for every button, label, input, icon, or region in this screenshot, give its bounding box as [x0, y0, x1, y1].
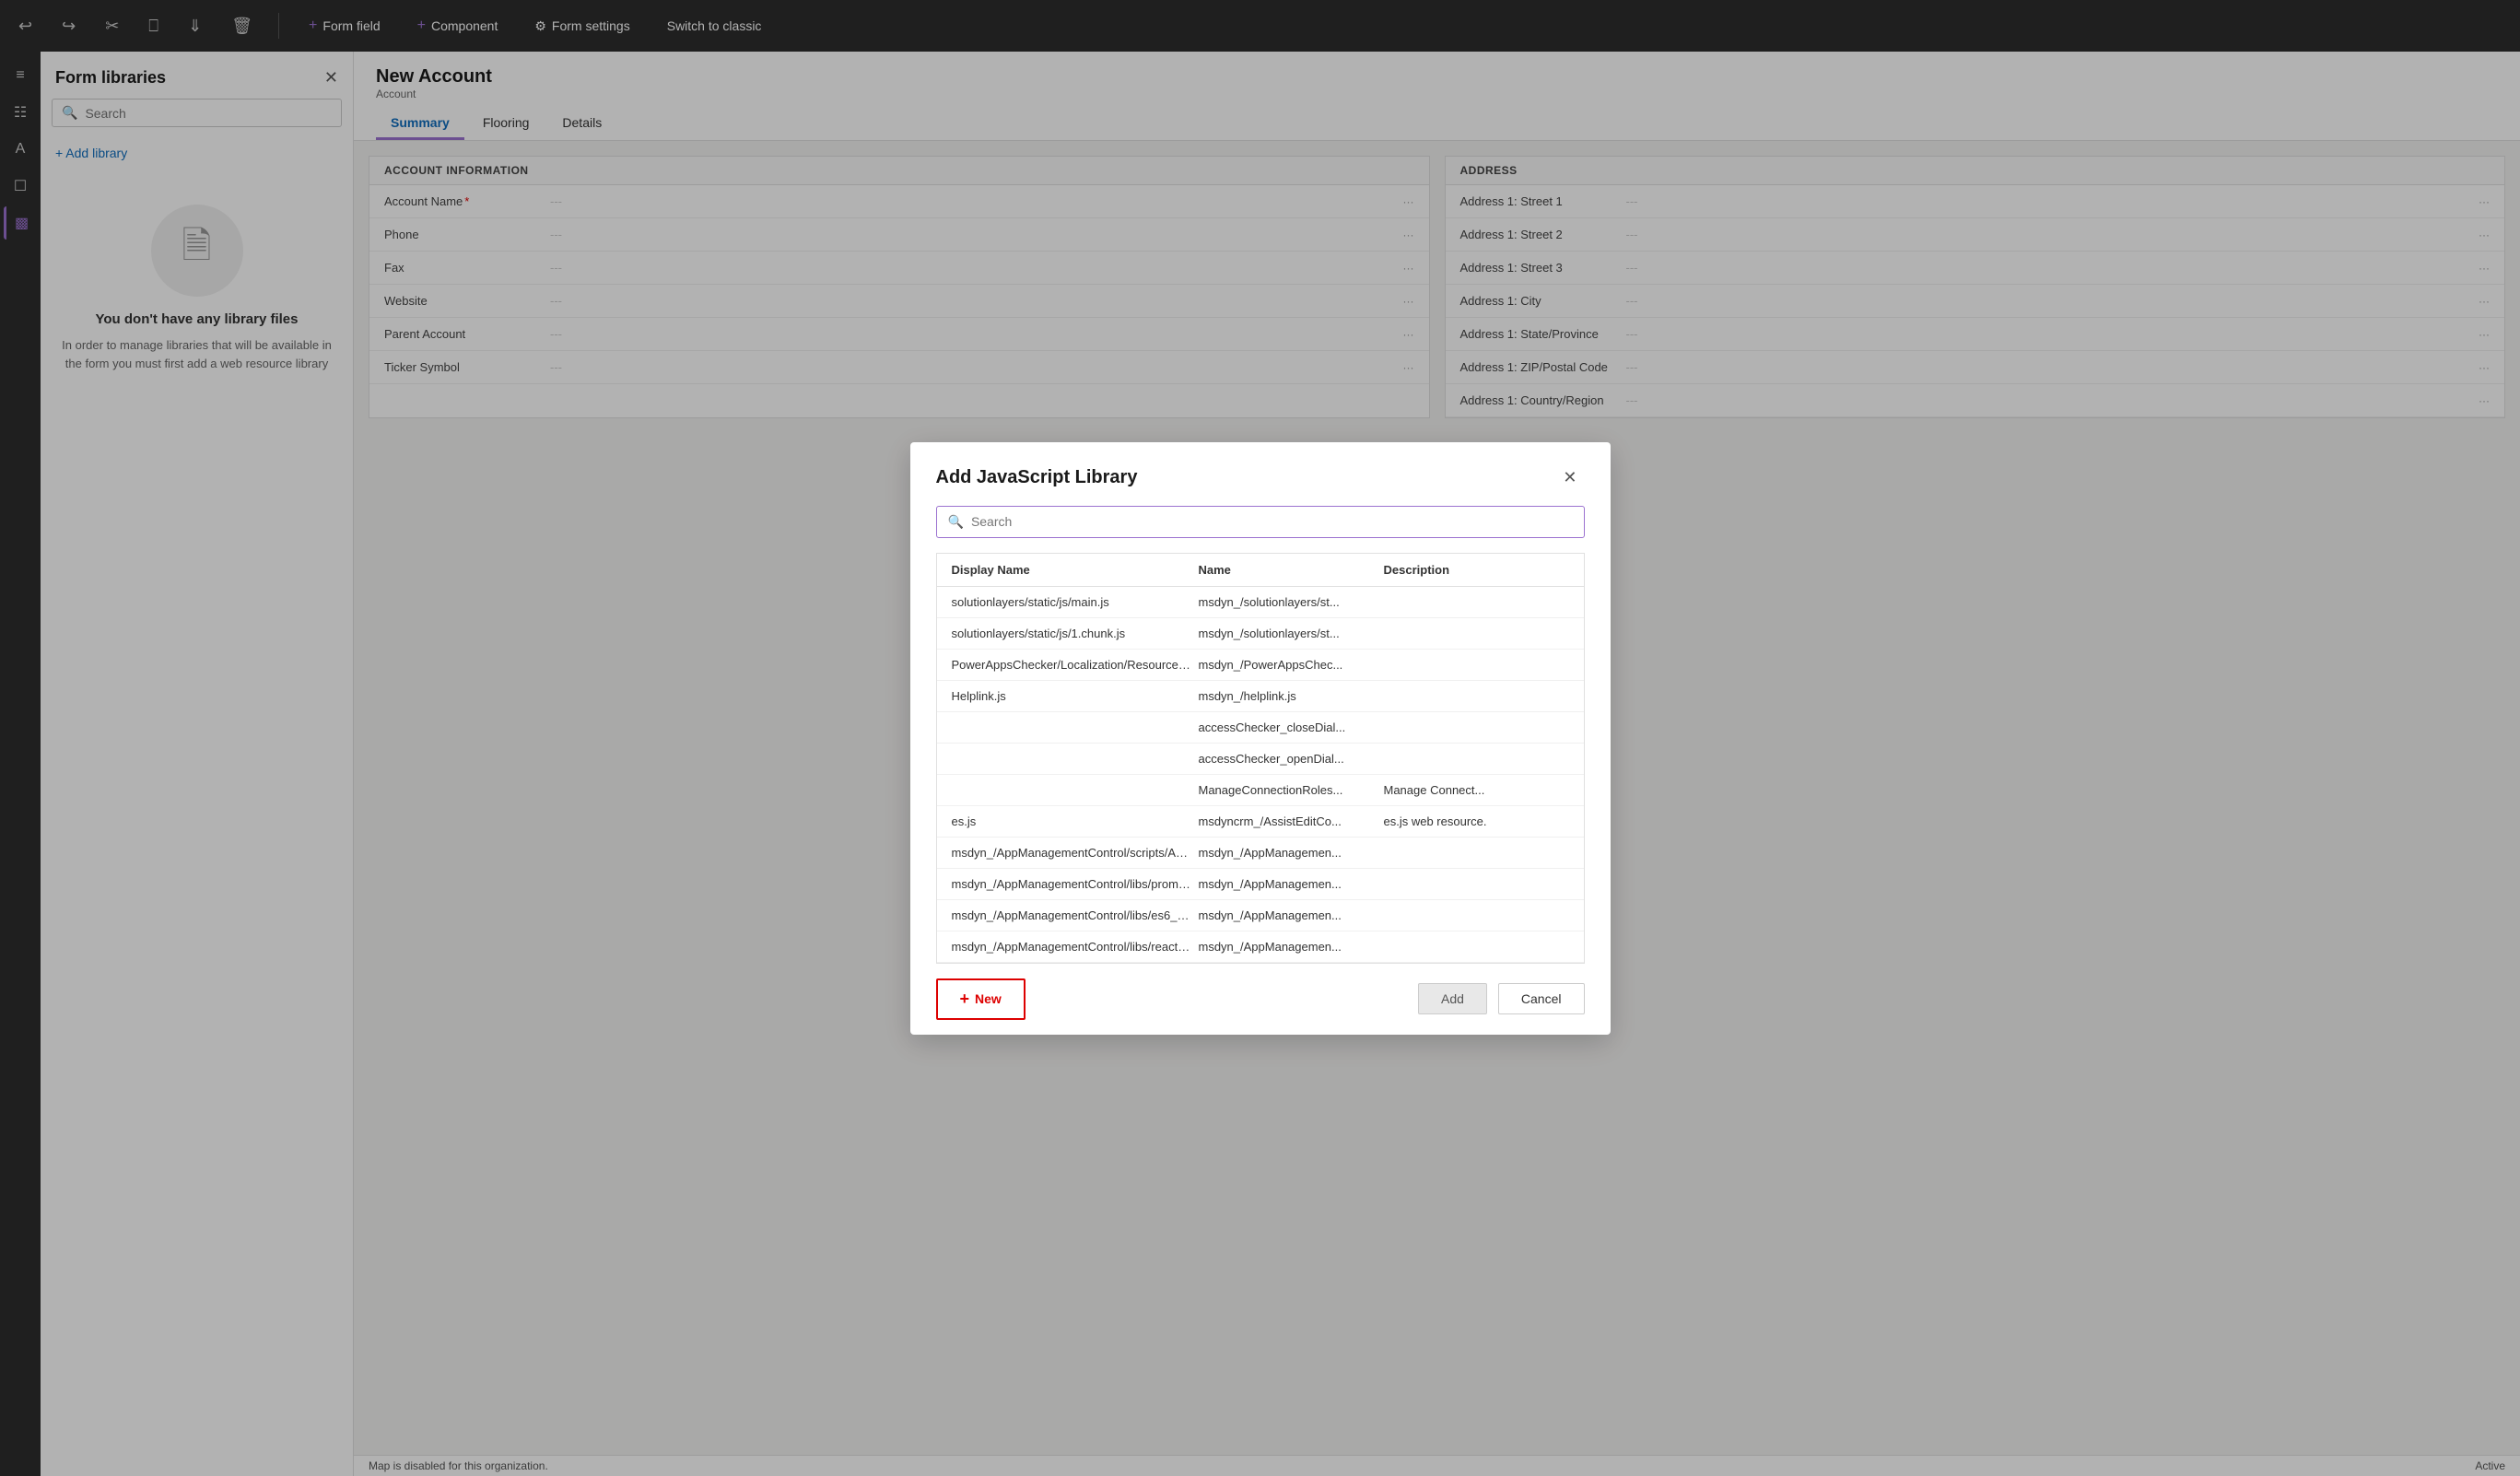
table-row[interactable]: accessChecker_openDial... — [937, 744, 1584, 775]
table-row[interactable]: es.js msdyncrm_/AssistEditCo... es.js we… — [937, 806, 1584, 838]
row-display: msdyn_/AppManagementControl/libs/react_1… — [952, 940, 1199, 954]
row-display: solutionlayers/static/js/main.js — [952, 595, 1199, 609]
row-desc — [1384, 627, 1569, 640]
table-row[interactable]: accessChecker_closeDial... — [937, 712, 1584, 744]
row-display: msdyn_/AppManagementControl/scripts/AppM… — [952, 846, 1199, 860]
new-plus-icon: + — [960, 990, 970, 1009]
modal-footer-actions: Add Cancel — [1418, 983, 1585, 1014]
add-js-library-modal: Add JavaScript Library ✕ 🔍 Display Name … — [910, 442, 1611, 1035]
col-display-name: Display Name — [952, 563, 1199, 577]
modal-table: Display Name Name Description solutionla… — [936, 553, 1585, 964]
row-display — [952, 720, 1199, 734]
modal-title: Add JavaScript Library — [936, 467, 1138, 488]
new-button[interactable]: + New — [936, 978, 1026, 1020]
row-display: msdyn_/AppManagementControl/libs/es6_shi… — [952, 908, 1199, 922]
table-row[interactable]: msdyn_/AppManagementControl/libs/react_1… — [937, 931, 1584, 963]
modal-overlay: Add JavaScript Library ✕ 🔍 Display Name … — [0, 0, 2520, 1476]
row-display: msdyn_/AppManagementControl/libs/promise… — [952, 877, 1199, 891]
row-desc — [1384, 940, 1569, 954]
row-name: accessChecker_closeDial... — [1199, 720, 1384, 734]
modal-search-box[interactable]: 🔍 — [936, 506, 1585, 538]
row-desc — [1384, 658, 1569, 672]
row-name: msdyn_/AppManagemen... — [1199, 877, 1384, 891]
row-name: msdyn_/solutionlayers/st... — [1199, 627, 1384, 640]
row-desc — [1384, 689, 1569, 703]
col-description: Description — [1384, 563, 1569, 577]
row-name: msdyn_/AppManagemen... — [1199, 908, 1384, 922]
modal-search-input[interactable] — [971, 514, 1573, 529]
row-display — [952, 783, 1199, 797]
row-desc — [1384, 877, 1569, 891]
new-label: New — [975, 991, 1002, 1006]
modal-footer: + New Add Cancel — [910, 964, 1611, 1035]
row-name: msdyncrm_/AssistEditCo... — [1199, 814, 1384, 828]
row-desc: es.js web resource. — [1384, 814, 1569, 828]
row-name: msdyn_/solutionlayers/st... — [1199, 595, 1384, 609]
cancel-button[interactable]: Cancel — [1498, 983, 1585, 1014]
row-desc — [1384, 846, 1569, 860]
modal-close-button[interactable]: ✕ — [1555, 464, 1584, 491]
table-row[interactable]: msdyn_/AppManagementControl/scripts/AppM… — [937, 838, 1584, 869]
row-name: msdyn_/AppManagemen... — [1199, 846, 1384, 860]
row-display: es.js — [952, 814, 1199, 828]
row-desc — [1384, 908, 1569, 922]
row-desc — [1384, 752, 1569, 766]
table-row[interactable]: Helplink.js msdyn_/helplink.js — [937, 681, 1584, 712]
row-name: ManageConnectionRoles... — [1199, 783, 1384, 797]
modal-header: Add JavaScript Library ✕ — [910, 442, 1611, 506]
modal-search-icon: 🔍 — [948, 514, 964, 530]
row-desc: Manage Connect... — [1384, 783, 1569, 797]
table-row[interactable]: PowerAppsChecker/Localization/ResourceSt… — [937, 650, 1584, 681]
add-button[interactable]: Add — [1418, 983, 1487, 1014]
row-name: accessChecker_openDial... — [1199, 752, 1384, 766]
row-display — [952, 752, 1199, 766]
modal-table-header: Display Name Name Description — [937, 554, 1584, 587]
table-row[interactable]: solutionlayers/static/js/1.chunk.js msdy… — [937, 618, 1584, 650]
row-display: solutionlayers/static/js/1.chunk.js — [952, 627, 1199, 640]
row-desc — [1384, 720, 1569, 734]
row-name: msdyn_/PowerAppsChec... — [1199, 658, 1384, 672]
table-row[interactable]: msdyn_/AppManagementControl/libs/promise… — [937, 869, 1584, 900]
row-desc — [1384, 595, 1569, 609]
table-row[interactable]: solutionlayers/static/js/main.js msdyn_/… — [937, 587, 1584, 618]
row-name: msdyn_/AppManagemen... — [1199, 940, 1384, 954]
modal-rows: solutionlayers/static/js/main.js msdyn_/… — [937, 587, 1584, 963]
row-display: PowerAppsChecker/Localization/ResourceSt… — [952, 658, 1199, 672]
table-row[interactable]: ManageConnectionRoles... Manage Connect.… — [937, 775, 1584, 806]
row-display: Helplink.js — [952, 689, 1199, 703]
col-name: Name — [1199, 563, 1384, 577]
row-name: msdyn_/helplink.js — [1199, 689, 1384, 703]
table-row[interactable]: msdyn_/AppManagementControl/libs/es6_shi… — [937, 900, 1584, 931]
